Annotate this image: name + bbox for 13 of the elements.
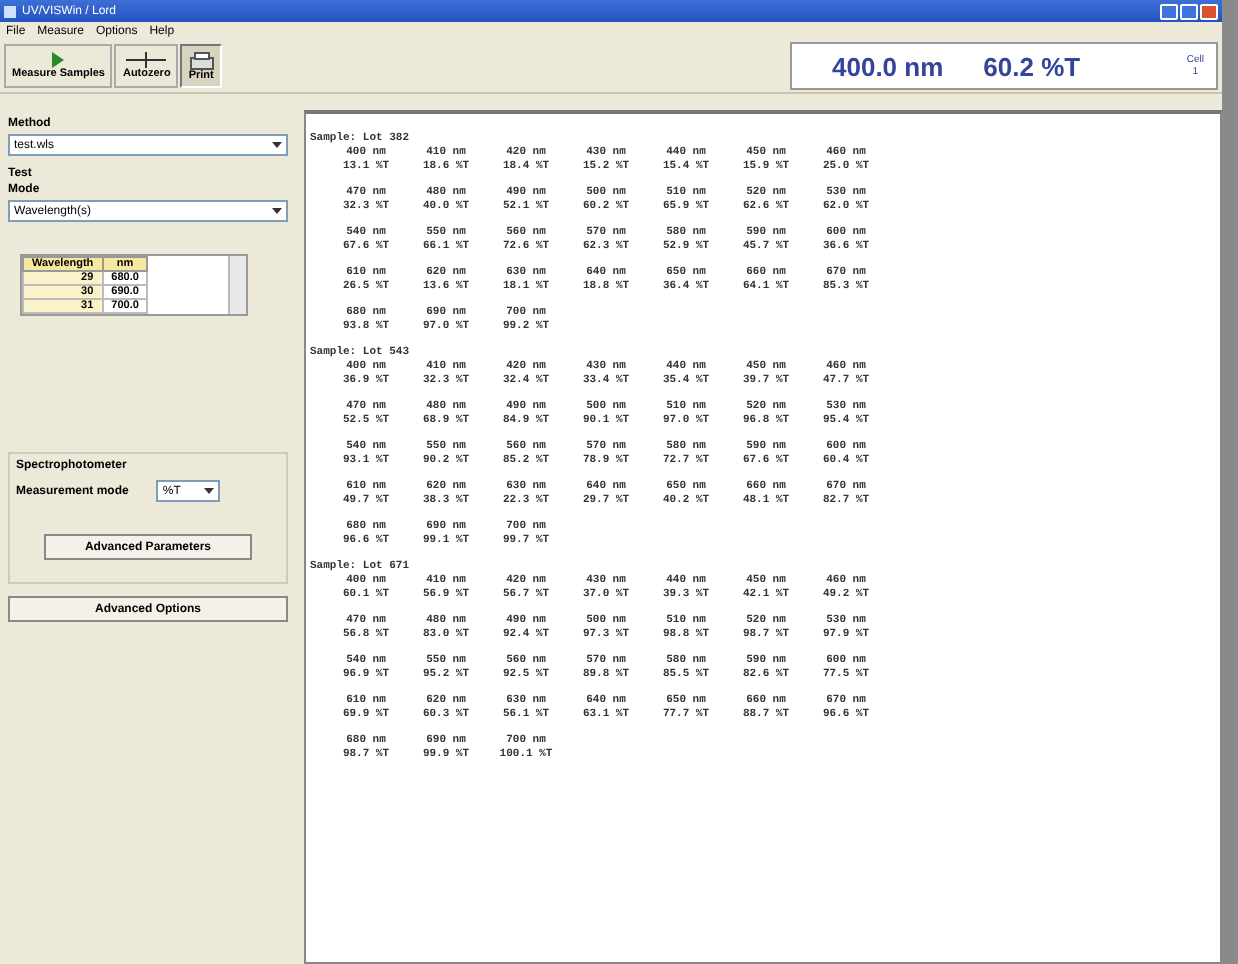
dropdown-arrow-icon <box>272 142 282 148</box>
scrollbar[interactable] <box>228 256 246 314</box>
maximize-button[interactable] <box>1180 3 1198 19</box>
dropdown-arrow-icon <box>272 208 282 214</box>
close-button[interactable] <box>1200 3 1218 19</box>
transmittance-reading: 60.2 %T <box>983 51 1081 81</box>
wavelength-reading: 400.0 nm <box>832 51 944 81</box>
dropdown-arrow-icon <box>204 488 215 494</box>
play-icon <box>50 52 67 68</box>
minimize-button[interactable] <box>1160 3 1178 19</box>
baseline-icon <box>126 52 167 68</box>
app-icon <box>4 5 16 17</box>
printer-icon <box>189 51 214 69</box>
